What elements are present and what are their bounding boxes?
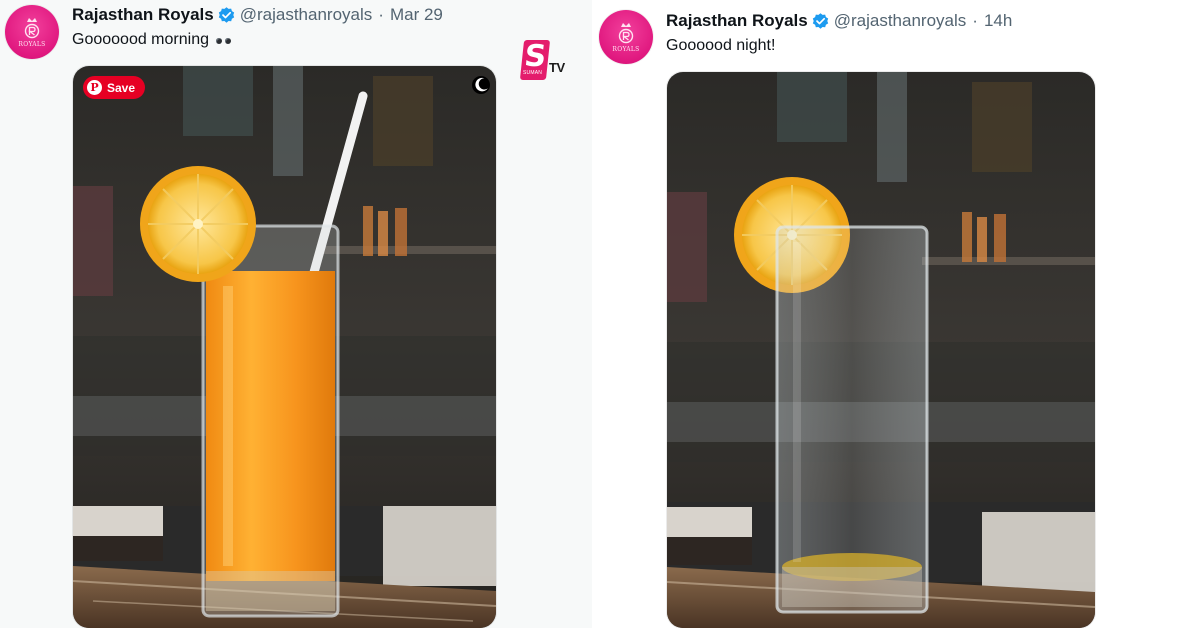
tweet-header: Rajasthan Royals @rajasthanroyals · Mar … <box>72 4 443 26</box>
dark-mode-moon-icon[interactable] <box>472 76 490 94</box>
save-label: Save <box>107 80 136 95</box>
tweet-text: Gooooood morning <box>72 29 234 51</box>
author-name[interactable]: Rajasthan Royals <box>72 4 214 26</box>
tweet-timestamp[interactable]: Mar 29 <box>390 4 443 26</box>
separator-dot: · <box>972 11 978 30</box>
tweet-card-night[interactable]: ROYALS Rajasthan Royals @rajasthanroyals… <box>592 0 1200 628</box>
avatar-label: ROYALS <box>18 41 46 48</box>
author-handle[interactable]: @rajasthanroyals <box>240 4 373 26</box>
verified-badge-icon <box>812 12 828 29</box>
avatar[interactable]: ROYALS <box>5 5 59 59</box>
watermark-sub: SUMAN <box>523 70 543 76</box>
verified-badge-icon <box>218 6 234 23</box>
author-handle[interactable]: @rajasthanroyals <box>834 10 967 32</box>
royals-crest-icon <box>618 23 634 44</box>
tweet-text: Goooood night! <box>666 35 775 57</box>
separator-dot: · <box>378 5 384 24</box>
eyes-emoji-icon <box>216 29 234 51</box>
tweet-header: Rajasthan Royals @rajasthanroyals · 14h <box>666 10 1012 32</box>
watermark-suffix: TV <box>549 60 565 75</box>
orange-juice-photo <box>73 66 496 628</box>
tweet-media-empty-glass[interactable] <box>667 72 1095 628</box>
pinterest-icon: P <box>87 80 102 95</box>
avatar-label: ROYALS <box>612 46 640 53</box>
author-name[interactable]: Rajasthan Royals <box>666 10 808 32</box>
moon-icon <box>475 77 488 92</box>
royals-crest-icon <box>24 18 40 39</box>
avatar[interactable]: ROYALS <box>599 10 653 64</box>
watermark-logo: S TV SUMAN <box>519 39 570 86</box>
tweet-media-orange-juice[interactable]: P Save <box>73 66 496 628</box>
pinterest-save-button[interactable]: P Save <box>83 76 146 99</box>
tweet-timestamp[interactable]: 14h <box>984 10 1012 32</box>
empty-glass-photo <box>667 72 1095 628</box>
tweet-body: Gooooood morning <box>72 31 209 49</box>
tweet-card-morning[interactable]: ROYALS Rajasthan Royals @rajasthanroyals… <box>0 0 592 628</box>
tweet-body: Goooood night! <box>666 37 776 54</box>
